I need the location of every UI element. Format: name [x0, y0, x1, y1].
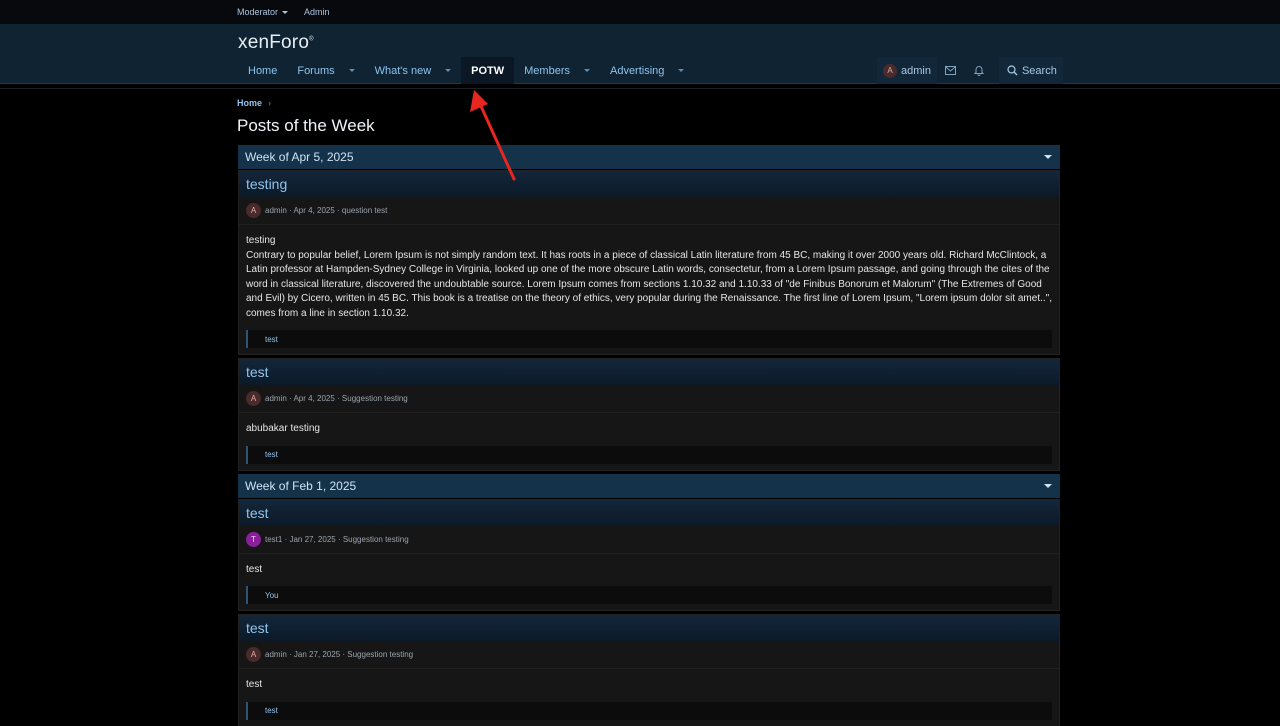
avatar[interactable]: A	[246, 647, 261, 662]
post-title[interactable]: test	[239, 359, 1059, 385]
search-icon	[1007, 65, 1018, 76]
post-tag[interactable]: test	[246, 701, 1052, 720]
page-title: Posts of the Week	[237, 116, 375, 135]
moderator-label: Moderator	[237, 7, 279, 17]
post-title[interactable]: test	[239, 615, 1059, 641]
post-card: test T test1 · Jan 27, 2025 · Suggestion…	[238, 498, 1060, 611]
chevron-down-icon[interactable]	[348, 69, 355, 72]
avatar[interactable]: T	[246, 531, 261, 547]
nav-tab-label: POTW	[471, 64, 505, 77]
nav-tab-whats-new[interactable]: What's new	[365, 57, 462, 84]
potw-list: Week of Apr 5, 2025 testing A admin · Ap…	[238, 145, 1060, 726]
username: admin	[901, 64, 931, 77]
site-header: xenForo® Home Forums What's new POTW Mem…	[0, 24, 1280, 84]
post-body-first: abubakar testing	[246, 423, 320, 434]
moderator-menu[interactable]: Moderator	[237, 7, 289, 17]
post-body-first: test	[246, 563, 263, 575]
post-meta: A admin · Apr 4, 2025 · question test	[239, 197, 1059, 225]
post-meta: A admin · Jan 27, 2025 · Suggestion test…	[239, 641, 1059, 669]
week-header[interactable]: Week of Feb 1, 2025	[238, 473, 1060, 498]
post-body: abubakar testing	[239, 413, 1059, 443]
nav-tab-home[interactable]: Home	[238, 57, 287, 84]
post-body: test	[239, 669, 1059, 699]
post-card: test A admin · Apr 4, 2025 · Suggestion …	[238, 358, 1060, 471]
post-meta: T test1 · Jan 27, 2025 · Suggestion test…	[239, 526, 1059, 554]
site-logo[interactable]: xenForo®	[238, 32, 314, 54]
account-menu[interactable]: A admin	[877, 57, 937, 84]
chevron-down-icon[interactable]	[583, 69, 590, 72]
post-body-first: testing	[246, 235, 276, 246]
nav-tab-label: What's new	[374, 64, 432, 77]
logo-text: xenForo	[238, 32, 310, 53]
nav-tab-label: Advertising	[609, 64, 665, 77]
nav-tab-forums[interactable]: Forums	[287, 57, 364, 84]
main-nav: Home Forums What's new POTW Members Adve…	[238, 57, 694, 84]
post-tag[interactable]: You	[246, 586, 1052, 604]
conversations-button[interactable]	[937, 57, 965, 84]
post-tag[interactable]: test	[246, 445, 1052, 464]
nav-tab-label: Home	[248, 64, 278, 77]
post-title[interactable]: test	[239, 499, 1059, 526]
staff-bar: Moderator Admin	[0, 0, 1280, 24]
breadcrumb-home[interactable]: Home	[237, 98, 262, 108]
bell-icon	[973, 66, 984, 76]
collapse-icon[interactable]	[1044, 155, 1052, 159]
nav-tab-label: Members	[524, 64, 570, 77]
envelope-icon	[945, 66, 957, 75]
chevron-down-icon[interactable]	[445, 69, 452, 72]
post-meta-text: test1 · Jan 27, 2025 · Suggestion testin…	[265, 534, 409, 544]
nav-tab-label: Forums	[297, 64, 335, 77]
post-body: testing Contrary to popular belief, Lore…	[239, 225, 1059, 327]
breadcrumb: Home ›	[237, 98, 271, 108]
week-header[interactable]: Week of Apr 5, 2025	[238, 145, 1060, 169]
post-title[interactable]: testing	[239, 171, 1059, 197]
breadcrumb-separator: ›	[268, 98, 272, 108]
logo-mark: ®	[309, 36, 314, 43]
nav-tab-members[interactable]: Members	[514, 57, 600, 84]
admin-link[interactable]: Admin	[304, 7, 330, 17]
alerts-button[interactable]	[965, 57, 993, 84]
avatar: A	[883, 63, 897, 78]
avatar[interactable]: A	[246, 391, 261, 406]
post-card: testing A admin · Apr 4, 2025 · question…	[238, 170, 1060, 355]
chevron-down-icon[interactable]	[678, 69, 685, 72]
post-meta-text: admin · Apr 4, 2025 · question test	[265, 206, 388, 215]
header-divider	[0, 88, 1280, 89]
post-tag[interactable]: test	[246, 330, 1052, 348]
nav-tab-advertising[interactable]: Advertising	[600, 57, 694, 84]
post-meta-text: admin · Apr 4, 2025 · Suggestion testing	[265, 394, 408, 403]
post-meta-text: admin · Jan 27, 2025 · Suggestion testin…	[265, 650, 414, 659]
nav-tab-potw[interactable]: POTW	[461, 57, 515, 84]
user-nav: A admin Search	[877, 57, 1063, 84]
week-title: Week of Apr 5, 2025	[245, 150, 354, 164]
search-label: Search	[1021, 64, 1057, 77]
chevron-down-icon	[282, 10, 289, 14]
post-body-first: test	[246, 679, 263, 690]
avatar[interactable]: A	[246, 203, 261, 218]
post-body-text: Contrary to popular belief, Lorem Ipsum …	[246, 249, 1052, 319]
post-meta: A admin · Apr 4, 2025 · Suggestion testi…	[239, 385, 1059, 413]
collapse-icon[interactable]	[1044, 483, 1052, 488]
search-button[interactable]: Search	[998, 57, 1063, 84]
post-body: test	[239, 554, 1059, 584]
week-title: Week of Feb 1, 2025	[245, 478, 357, 493]
post-card: test A admin · Jan 27, 2025 · Suggestion…	[238, 614, 1060, 726]
